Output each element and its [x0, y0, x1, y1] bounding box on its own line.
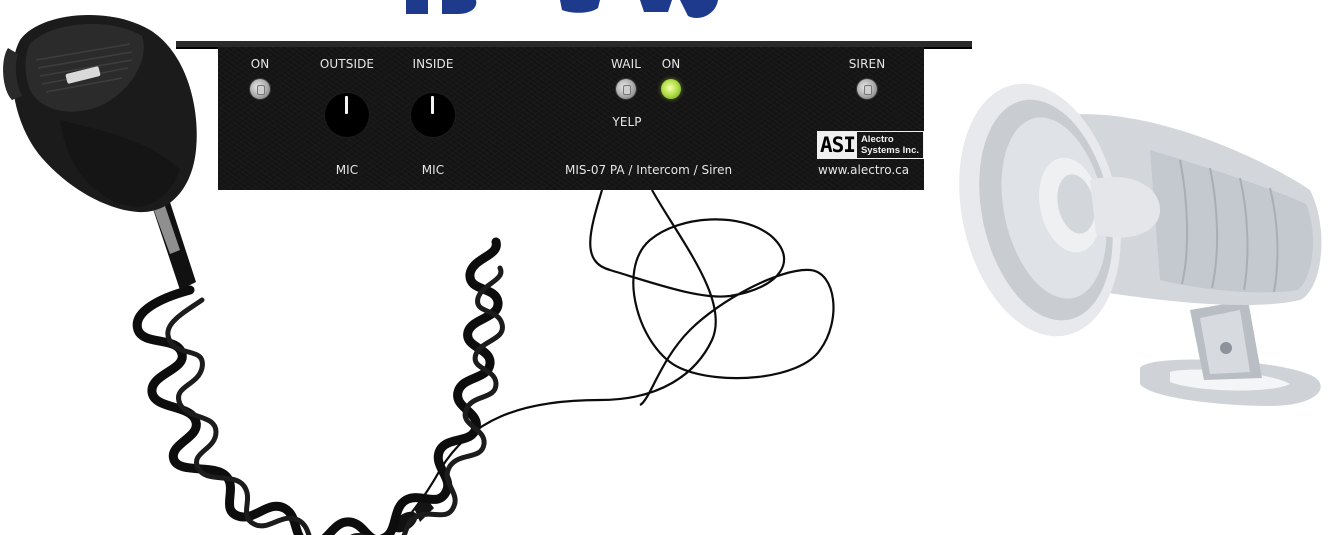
siren-toggle-switch[interactable]	[857, 79, 877, 99]
website-url: www.alectro.ca	[818, 163, 910, 177]
outside-mic-volume-knob[interactable]	[325, 93, 369, 137]
label-yelp: YELP	[612, 115, 642, 129]
model-text: MIS-07 PA / Intercom / Siren	[565, 163, 733, 177]
label-on-right: ON	[661, 57, 681, 71]
alectro-logo: ASI Alectro Systems Inc.	[817, 131, 925, 159]
logo-line-2: Systems Inc.	[860, 145, 920, 156]
handheld-microphone-icon	[3, 15, 197, 290]
power-toggle-switch[interactable]	[250, 79, 270, 99]
logo-mark: ASI	[818, 132, 857, 158]
horn-speaker-icon	[959, 83, 1322, 406]
logo-wordmark: Alectro Systems Inc.	[857, 132, 923, 158]
inside-mic-volume-knob[interactable]	[411, 93, 455, 137]
coiled-cable-icon	[132, 237, 505, 535]
label-wail: WAIL	[610, 57, 642, 71]
cropped-title-fragment	[406, 0, 718, 19]
label-mic-outside: MIC	[335, 163, 359, 177]
label-mic-inside: MIC	[421, 163, 445, 177]
status-led-icon	[661, 79, 681, 99]
label-outside: OUTSIDE	[319, 57, 375, 71]
product-illustration: ON OUTSIDE INSIDE WAIL ON SIREN YELP MIC…	[0, 0, 1330, 535]
label-on-left: ON	[250, 57, 270, 71]
logo-line-1: Alectro	[860, 134, 894, 145]
label-inside: INSIDE	[412, 57, 454, 71]
wail-yelp-toggle-switch[interactable]	[616, 79, 636, 99]
label-siren: SIREN	[848, 57, 886, 71]
